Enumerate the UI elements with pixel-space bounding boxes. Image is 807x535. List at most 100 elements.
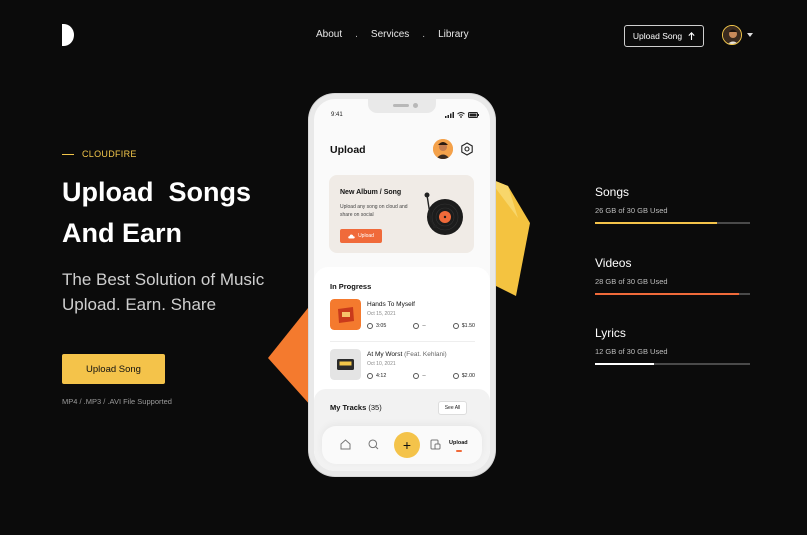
album-art xyxy=(330,349,361,380)
library-icon[interactable] xyxy=(430,439,441,450)
eyebrow: CLOUDFIRE xyxy=(62,149,137,159)
avatar-image xyxy=(723,26,741,44)
cloud-upload-icon xyxy=(348,234,355,238)
screen-title: Upload xyxy=(330,144,366,156)
track-title: Hands To Myself xyxy=(367,301,415,308)
track-item[interactable]: At My Worst (Feat. Kehlani) Oct 10, 2021… xyxy=(330,349,475,389)
add-button[interactable]: + xyxy=(394,432,420,458)
search-icon[interactable] xyxy=(368,439,379,450)
status-icons xyxy=(445,112,479,118)
active-tab-indicator xyxy=(456,450,462,452)
storage-label: Videos xyxy=(595,256,632,270)
track-date: Oct 15, 2021 xyxy=(367,311,396,317)
status-time: 9:41 xyxy=(331,112,343,118)
plays-value: -- xyxy=(422,323,426,329)
track-title: At My Worst xyxy=(367,351,403,358)
hero-title: Upload Songs And Earn xyxy=(62,172,292,254)
price-value: $2.00 xyxy=(461,373,475,379)
camera-icon xyxy=(413,103,418,108)
track-plays: -- xyxy=(413,323,426,329)
battery-icon xyxy=(468,112,479,118)
duration-value: 4:12 xyxy=(376,373,387,379)
nav-separator: . xyxy=(422,29,426,40)
nav-about[interactable]: About xyxy=(316,29,342,40)
storage-usage: 26 GB of 30 GB Used xyxy=(595,206,668,215)
signal-icon xyxy=(445,112,454,118)
clock-icon xyxy=(367,323,373,329)
phone-notch xyxy=(368,99,436,113)
my-tracks-count: (35) xyxy=(368,403,382,412)
storage-bar-fill xyxy=(595,293,740,295)
dollar-icon xyxy=(452,323,459,329)
nav-library[interactable]: Library xyxy=(438,29,469,40)
storage-bar-fill xyxy=(595,363,654,365)
storage-label: Songs xyxy=(595,185,630,199)
storage-usage: 28 GB of 30 GB Used xyxy=(595,277,668,286)
logo[interactable] xyxy=(62,24,74,46)
tab-upload[interactable]: Upload xyxy=(449,440,468,446)
chevron-down-icon[interactable] xyxy=(747,33,753,37)
hero-title-line: Upload Songs xyxy=(62,177,251,207)
nav-separator: . xyxy=(355,29,358,40)
clock-icon xyxy=(367,373,373,379)
track-meta: 3:05 -- $1.50 xyxy=(367,323,475,329)
card-title: New Album / Song xyxy=(340,189,402,196)
my-tracks-title: My Tracks (35) xyxy=(330,403,382,412)
eyebrow-line xyxy=(62,153,74,155)
track-item[interactable]: Hands To Myself Oct 15, 2021 3:05 -- $1.… xyxy=(330,299,475,339)
speaker-icon xyxy=(393,104,409,107)
price-value: $1.50 xyxy=(461,323,475,329)
track-feat: (Feat. Kehlani) xyxy=(404,351,447,358)
plays-value: -- xyxy=(422,373,426,379)
tab-bar: + Upload xyxy=(322,426,482,464)
storage-bar xyxy=(595,293,750,295)
hero-subtitle: The Best Solution of Music Upload. Earn.… xyxy=(62,267,292,317)
storage-bar xyxy=(595,363,750,365)
new-album-card[interactable]: New Album / Song Upload any song on clou… xyxy=(329,175,474,253)
eyebrow-text: CLOUDFIRE xyxy=(82,149,137,159)
track-price: $1.50 xyxy=(452,323,475,329)
in-progress-title: In Progress xyxy=(330,282,372,291)
storage-usage: 12 GB of 30 GB Used xyxy=(595,347,668,356)
nav-services[interactable]: Services xyxy=(371,29,409,40)
phone-screen: 9:41 Upload New Album / Song Upload any … xyxy=(314,99,490,471)
storage-songs: Songs 26 GB of 30 GB Used xyxy=(595,185,750,224)
play-icon xyxy=(413,323,420,329)
header-upload-song-button[interactable]: Upload Song xyxy=(624,25,704,47)
storage-bar xyxy=(595,222,750,224)
storage-videos: Videos 28 GB of 30 GB Used xyxy=(595,256,750,295)
phone-mockup: 9:41 Upload New Album / Song Upload any … xyxy=(309,94,495,476)
duration-value: 3:05 xyxy=(376,323,387,329)
track-plays: -- xyxy=(413,373,426,379)
page: About . Services . Library Upload Song C… xyxy=(0,0,807,535)
user-avatar[interactable] xyxy=(722,25,742,45)
profile-avatar[interactable] xyxy=(433,139,453,159)
play-icon xyxy=(413,373,420,379)
album-art xyxy=(330,299,361,330)
my-tracks-label: My Tracks xyxy=(330,403,367,412)
track-name: At My Worst (Feat. Kehlani) xyxy=(367,351,447,358)
settings-icon[interactable] xyxy=(460,142,474,156)
arrow-up-icon xyxy=(688,32,695,40)
card-upload-button[interactable]: Upload xyxy=(340,229,382,243)
hero-subtitle-line: Upload. Earn. Share xyxy=(62,295,217,314)
track-meta: 4:12 -- $2.00 xyxy=(367,373,475,379)
hero-title-line: And Earn xyxy=(62,218,183,248)
main-nav: About . Services . Library xyxy=(316,29,469,40)
card-description: Upload any song on cloud and share on so… xyxy=(340,204,408,218)
dollar-icon xyxy=(452,373,459,379)
divider xyxy=(330,341,475,342)
avatar-image xyxy=(433,139,453,159)
upload-song-button[interactable]: Upload Song xyxy=(62,354,165,384)
storage-label: Lyrics xyxy=(595,326,626,340)
home-icon[interactable] xyxy=(340,439,351,450)
storage-lyrics: Lyrics 12 GB of 30 GB Used xyxy=(595,326,750,365)
hero-subtitle-line: The Best Solution of Music xyxy=(62,270,265,289)
supported-formats: MP4 / .MP3 / .AVI File Supported xyxy=(62,397,172,406)
track-duration: 4:12 xyxy=(367,373,386,379)
track-date: Oct 10, 2021 xyxy=(367,361,396,367)
see-all-button[interactable]: See All xyxy=(438,401,467,415)
vinyl-record-icon xyxy=(424,192,463,235)
card-upload-label: Upload xyxy=(358,233,374,239)
header-upload-song-label: Upload Song xyxy=(632,31,683,41)
